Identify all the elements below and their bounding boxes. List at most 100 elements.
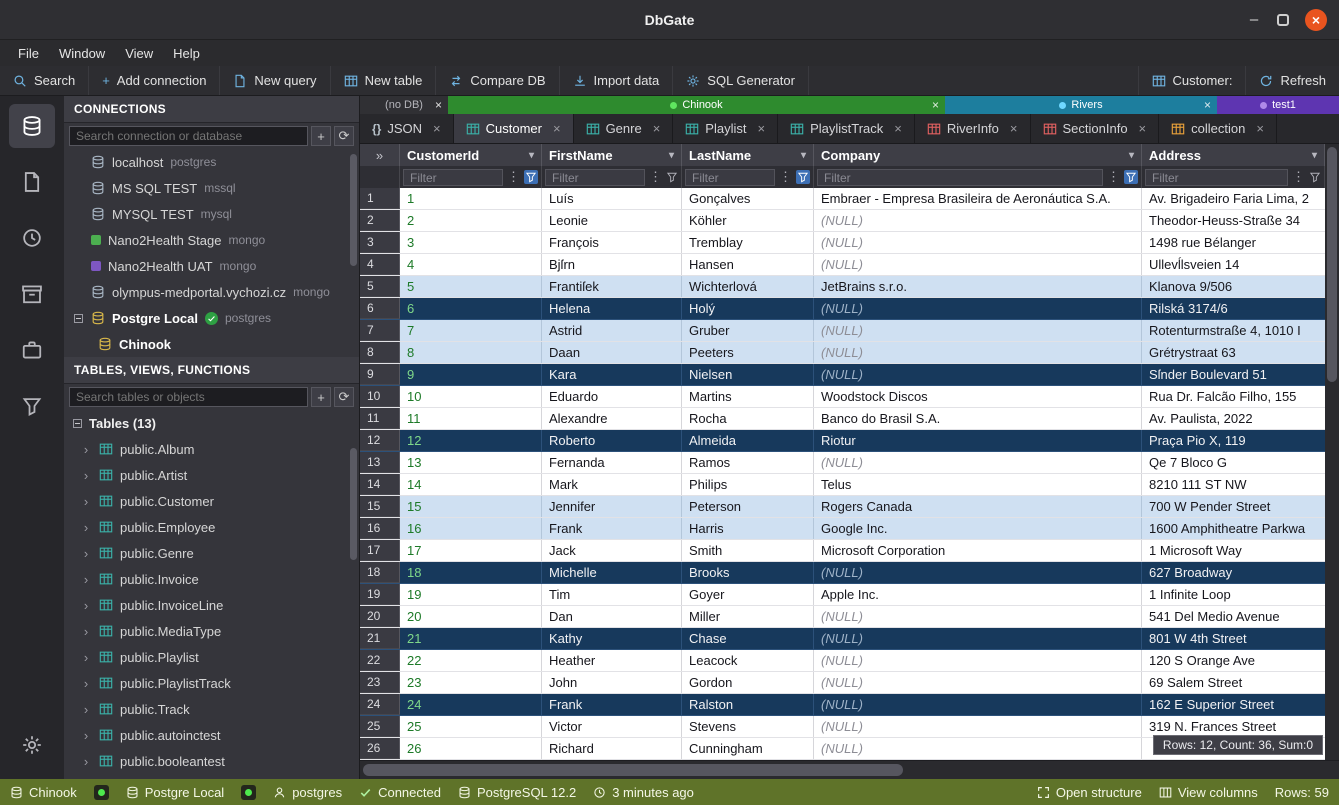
cell-lastname[interactable]: Gonçalves xyxy=(682,188,814,209)
cell-lastname[interactable]: Brooks xyxy=(682,562,814,583)
toolbar-new-query[interactable]: New query xyxy=(220,66,330,95)
horizontal-scrollbar[interactable] xyxy=(360,760,1339,779)
cell-company[interactable]: (NULL) xyxy=(814,650,1142,671)
cell-lastname[interactable]: Almeida xyxy=(682,430,814,451)
cell-firstname[interactable]: Luís xyxy=(542,188,682,209)
row-number[interactable]: 15 xyxy=(360,496,400,517)
cell-address[interactable]: Praça Pio X, 119 xyxy=(1142,430,1339,451)
expand-chevron-icon[interactable]: › xyxy=(80,676,92,691)
row-number[interactable]: 18 xyxy=(360,562,400,583)
row-number[interactable]: 19 xyxy=(360,584,400,605)
row-number[interactable]: 24 xyxy=(360,694,400,715)
cell-company[interactable]: (NULL) xyxy=(814,452,1142,473)
toolbar-search[interactable]: Search xyxy=(0,66,89,95)
cell-customerid[interactable]: 19 xyxy=(400,584,542,605)
expand-chevron-icon[interactable]: › xyxy=(80,702,92,717)
cell-company[interactable]: Microsoft Corporation xyxy=(814,540,1142,561)
cell-firstname[interactable]: Frantiſek xyxy=(542,276,682,297)
collapse-icon[interactable] xyxy=(73,419,82,428)
db-tab-no-db[interactable]: (no DB)× xyxy=(360,96,448,114)
filter-input[interactable]: Filter xyxy=(403,169,503,186)
close-tab-icon[interactable]: × xyxy=(653,121,661,136)
close-tab-icon[interactable]: × xyxy=(757,121,765,136)
cell-address[interactable]: 8210 111 ST NW xyxy=(1142,474,1339,495)
cell-firstname[interactable]: Heather xyxy=(542,650,682,671)
status-open-structure[interactable]: Open structure xyxy=(1037,785,1142,800)
close-tab-icon[interactable]: × xyxy=(1256,121,1264,136)
column-header-firstname[interactable]: FirstName▾ xyxy=(542,144,682,166)
tables-group-row[interactable]: Tables (13) xyxy=(64,410,359,436)
cell-firstname[interactable]: Daan xyxy=(542,342,682,363)
connection-item-nano2health-stage[interactable]: Nano2Health Stagemongo xyxy=(64,227,359,253)
cell-lastname[interactable]: Köhler xyxy=(682,210,814,231)
cell-address[interactable]: Av. Brigadeiro Faria Lima, 2 xyxy=(1142,188,1339,209)
kebab-menu-icon[interactable]: ⋮ xyxy=(649,169,662,185)
cell-customerid[interactable]: 21 xyxy=(400,628,542,649)
cell-firstname[interactable]: Bjſrn xyxy=(542,254,682,275)
cell-firstname[interactable]: Fernanda xyxy=(542,452,682,473)
table-item-public-invoiceline[interactable]: ›public.InvoiceLine xyxy=(64,592,359,618)
cell-company[interactable]: Apple Inc. xyxy=(814,584,1142,605)
cell-company[interactable]: (NULL) xyxy=(814,628,1142,649)
cell-lastname[interactable]: Ramos xyxy=(682,452,814,473)
cell-company[interactable]: (NULL) xyxy=(814,606,1142,627)
column-header-lastname[interactable]: LastName▾ xyxy=(682,144,814,166)
cell-lastname[interactable]: Holý xyxy=(682,298,814,319)
cell-company[interactable]: (NULL) xyxy=(814,232,1142,253)
cell-address[interactable]: Grétrystraat 63 xyxy=(1142,342,1339,363)
file-tab-playlisttrack[interactable]: PlaylistTrack× xyxy=(778,114,915,143)
cell-lastname[interactable]: Peeters xyxy=(682,342,814,363)
cell-firstname[interactable]: François xyxy=(542,232,682,253)
cell-firstname[interactable]: Leonie xyxy=(542,210,682,231)
vertical-scrollbar-thumb[interactable] xyxy=(1327,147,1337,382)
expand-chevron-icon[interactable]: › xyxy=(80,468,92,483)
cell-address[interactable]: 541 Del Medio Avenue xyxy=(1142,606,1339,627)
cell-firstname[interactable]: Astrid xyxy=(542,320,682,341)
add-table-small-button[interactable]: + xyxy=(311,387,331,407)
cell-customerid[interactable]: 1 xyxy=(400,188,542,209)
cell-lastname[interactable]: Nielsen xyxy=(682,364,814,385)
expand-all-header[interactable]: » xyxy=(360,144,400,166)
cell-address[interactable]: 1600 Amphitheatre Parkwa xyxy=(1142,518,1339,539)
cell-firstname[interactable]: Michelle xyxy=(542,562,682,583)
filter-input[interactable]: Filter xyxy=(685,169,775,186)
cell-company[interactable]: (NULL) xyxy=(814,298,1142,319)
cell-customerid[interactable]: 8 xyxy=(400,342,542,363)
cell-lastname[interactable]: Goyer xyxy=(682,584,814,605)
close-tab-icon[interactable]: × xyxy=(932,98,939,112)
menu-view[interactable]: View xyxy=(115,43,163,64)
kebab-menu-icon[interactable]: ⋮ xyxy=(779,169,792,185)
connection-item-postgre-local[interactable]: Postgre Localpostgres xyxy=(64,305,359,331)
expand-chevron-icon[interactable]: › xyxy=(80,650,92,665)
file-tab-genre[interactable]: Genre× xyxy=(574,114,674,143)
close-tab-icon[interactable]: × xyxy=(433,121,441,136)
cell-address[interactable]: 801 W 4th Street xyxy=(1142,628,1339,649)
cell-address[interactable]: Theodor-Heuss-Straße 34 xyxy=(1142,210,1339,231)
cell-lastname[interactable]: Smith xyxy=(682,540,814,561)
cell-company[interactable]: (NULL) xyxy=(814,320,1142,341)
row-number[interactable]: 2 xyxy=(360,210,400,231)
row-number[interactable]: 10 xyxy=(360,386,400,407)
sidebar-connections[interactable] xyxy=(9,104,55,148)
cell-address[interactable]: 69 Salem Street xyxy=(1142,672,1339,693)
cell-firstname[interactable]: Tim xyxy=(542,584,682,605)
refresh-tables-button[interactable]: ⟳ xyxy=(334,387,354,407)
row-number[interactable]: 21 xyxy=(360,628,400,649)
cell-customerid[interactable]: 5 xyxy=(400,276,542,297)
cell-customerid[interactable]: 10 xyxy=(400,386,542,407)
cell-address[interactable]: 700 W Pender Street xyxy=(1142,496,1339,517)
connection-item-mysql-test[interactable]: MYSQL TESTmysql xyxy=(64,201,359,227)
filter-input[interactable]: Filter xyxy=(545,169,645,186)
cell-company[interactable]: Woodstock Discos xyxy=(814,386,1142,407)
cell-lastname[interactable]: Wichterlová xyxy=(682,276,814,297)
file-tab-json[interactable]: {}JSON× xyxy=(360,114,454,143)
close-tab-icon[interactable]: × xyxy=(1139,121,1147,136)
table-item-public-customer[interactable]: ›public.Customer xyxy=(64,488,359,514)
cell-company[interactable]: Google Inc. xyxy=(814,518,1142,539)
file-tab-riverinfo[interactable]: RiverInfo× xyxy=(915,114,1031,143)
column-dropdown-icon[interactable]: ▾ xyxy=(1129,150,1134,161)
status-view-columns[interactable]: View columns xyxy=(1159,785,1258,800)
row-number[interactable]: 22 xyxy=(360,650,400,671)
cell-lastname[interactable]: Rocha xyxy=(682,408,814,429)
minimize-button[interactable]: – xyxy=(1247,11,1261,28)
